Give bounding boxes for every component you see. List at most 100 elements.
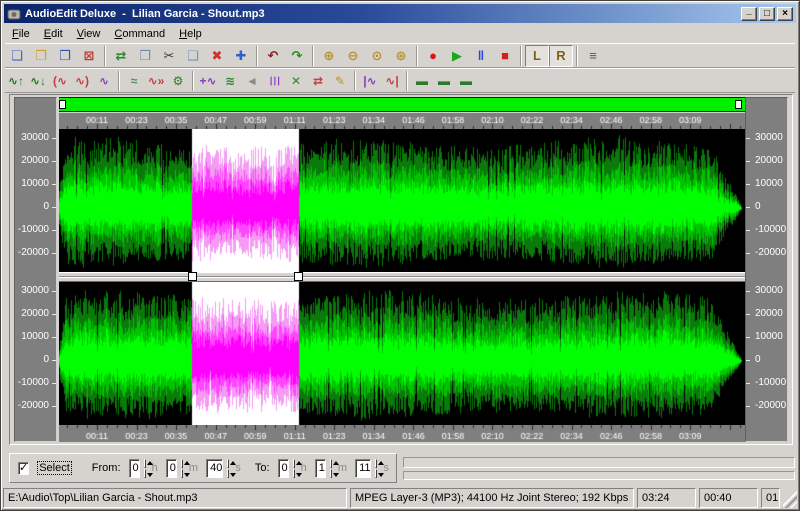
silence-selection-button[interactable]: ▬	[411, 70, 433, 92]
revert-file-button[interactable]: ⇄	[109, 45, 133, 67]
zoom-all-button[interactable]: ⊛	[389, 45, 413, 67]
edit-pencil-button[interactable]: ✎	[329, 70, 351, 92]
spin-down-icon[interactable]	[293, 469, 295, 478]
from-minutes-stepper[interactable]	[181, 459, 183, 478]
record-button[interactable]: ●	[421, 45, 445, 67]
cut-button[interactable]: ✂	[157, 45, 181, 67]
from-seconds-field[interactable]: 40	[206, 459, 223, 478]
effects-rack-button[interactable]: ⚙	[167, 70, 189, 92]
selection-start-handle[interactable]	[188, 272, 197, 281]
delete-silence-button[interactable]: ▬	[455, 70, 477, 92]
from-hours-field[interactable]: 0	[129, 459, 140, 478]
zoom-out-button[interactable]: ⊖	[341, 45, 365, 67]
waveform-left-channel[interactable]	[59, 129, 745, 272]
amplitude-scale-label: 30000	[21, 285, 49, 297]
trim-end-button[interactable]: ∿|	[381, 70, 403, 92]
save-file-button[interactable]: ❒	[53, 45, 77, 67]
maximize-button[interactable]: □	[759, 7, 775, 21]
select-checkbox[interactable]: ✓	[18, 462, 29, 475]
to-seconds-field[interactable]: 11	[355, 459, 371, 478]
overview-track[interactable]	[59, 97, 745, 112]
play-icon: ▶	[452, 49, 462, 62]
new-file-button[interactable]: ❏	[5, 45, 29, 67]
from-seconds-stepper[interactable]	[227, 459, 229, 478]
scale-tick	[52, 360, 56, 361]
minutes-unit-label: m	[338, 462, 347, 474]
timeline-ruler-bottom[interactable]	[59, 425, 745, 442]
menu-item-file[interactable]: File	[5, 26, 37, 42]
copy-button[interactable]: ❐	[133, 45, 157, 67]
spin-up-icon[interactable]	[227, 459, 229, 468]
left-channel-toggle-button[interactable]: L	[525, 45, 549, 67]
redo-icon: ↷	[292, 49, 303, 62]
echo-button[interactable]: ∿»	[145, 70, 167, 92]
play-button[interactable]: ▶	[445, 45, 469, 67]
toolbar-separator	[576, 46, 578, 66]
resize-grip[interactable]	[783, 488, 797, 508]
to-hours-field[interactable]: 0	[278, 459, 289, 478]
menu-item-view[interactable]: View	[70, 26, 108, 42]
spin-down-icon[interactable]	[375, 469, 377, 478]
from-minutes-field[interactable]: 0	[166, 459, 177, 478]
noise-reduction-button[interactable]: ≈	[123, 70, 145, 92]
batch-settings-button[interactable]: ≡	[581, 45, 605, 67]
reverse-button[interactable]: ⇄	[307, 70, 329, 92]
spin-down-icon[interactable]	[181, 469, 183, 478]
spin-down-icon[interactable]	[227, 469, 229, 478]
selection-end-handle[interactable]	[294, 272, 303, 281]
scale-tick	[52, 161, 56, 162]
spin-up-icon[interactable]	[293, 459, 295, 468]
select-checkbox-label[interactable]: Select	[37, 461, 72, 475]
application-window: AudioEdit Deluxe - Lilian Garcia - Shout…	[0, 0, 800, 511]
undo-button[interactable]: ↶	[261, 45, 285, 67]
spin-up-icon[interactable]	[181, 459, 183, 468]
close-button[interactable]: ×	[777, 7, 793, 21]
spin-up-icon[interactable]	[375, 459, 377, 468]
minimize-button[interactable]: _	[741, 7, 757, 21]
to-minutes-stepper[interactable]	[330, 459, 332, 478]
right-channel-toggle-button[interactable]: R	[549, 45, 573, 67]
spin-down-icon[interactable]	[330, 469, 332, 478]
fade-in-button[interactable]: (∿	[49, 70, 71, 92]
pause-button[interactable]: ‖	[469, 45, 493, 67]
menu-item-command[interactable]: Command	[107, 26, 172, 42]
paste-mix-button[interactable]: ✚	[229, 45, 253, 67]
paste-button[interactable]: ❑	[181, 45, 205, 67]
to-seconds-stepper[interactable]	[375, 459, 377, 478]
spin-up-icon[interactable]	[330, 459, 332, 468]
insert-wave-button[interactable]: +∿	[197, 70, 219, 92]
scale-tick	[746, 184, 750, 185]
timeline-ruler-top[interactable]	[59, 113, 745, 129]
menu-item-help[interactable]: Help	[172, 26, 209, 42]
title-bar[interactable]: AudioEdit Deluxe - Lilian Garcia - Shout…	[4, 4, 796, 23]
zoom-in-button[interactable]: ⊕	[317, 45, 341, 67]
trim-start-button[interactable]: |∿	[359, 70, 381, 92]
equalizer-button[interactable]: ☰	[263, 70, 285, 92]
fade-out-button[interactable]: ∿)	[71, 70, 93, 92]
mix-wave-button[interactable]: ≋	[219, 70, 241, 92]
menu-item-edit[interactable]: Edit	[37, 26, 70, 42]
delete-selection-button[interactable]: ✖	[205, 45, 229, 67]
open-file-button[interactable]: ❐	[29, 45, 53, 67]
spin-down-icon[interactable]	[144, 469, 146, 478]
to-hours-stepper[interactable]	[293, 459, 295, 478]
redo-button[interactable]: ↷	[285, 45, 309, 67]
overview-start-handle[interactable]	[59, 100, 66, 109]
amplify-increase-button[interactable]: ∿↑	[5, 70, 27, 92]
close-file-button[interactable]: ⊠	[77, 45, 101, 67]
to-minutes-field[interactable]: 1	[315, 459, 326, 478]
spin-up-icon[interactable]	[144, 459, 146, 468]
mute-button[interactable]: ◄	[241, 70, 263, 92]
normalize-button[interactable]: ∿	[93, 70, 115, 92]
insert-silence-button[interactable]: ▬	[433, 70, 455, 92]
envelope-button[interactable]: ✕	[285, 70, 307, 92]
stop-button[interactable]: ■	[493, 45, 517, 67]
zoom-selection-button[interactable]: ⊙	[365, 45, 389, 67]
mute-icon: ◄	[246, 75, 258, 87]
from-hours-stepper[interactable]	[144, 459, 146, 478]
amplify-decrease-button[interactable]: ∿↓	[27, 70, 49, 92]
status-selection-start: 00:40	[699, 488, 758, 508]
overview-end-handle[interactable]	[735, 100, 742, 109]
waveform-right-channel[interactable]	[59, 282, 745, 425]
overview-position-bar[interactable]	[59, 98, 745, 111]
